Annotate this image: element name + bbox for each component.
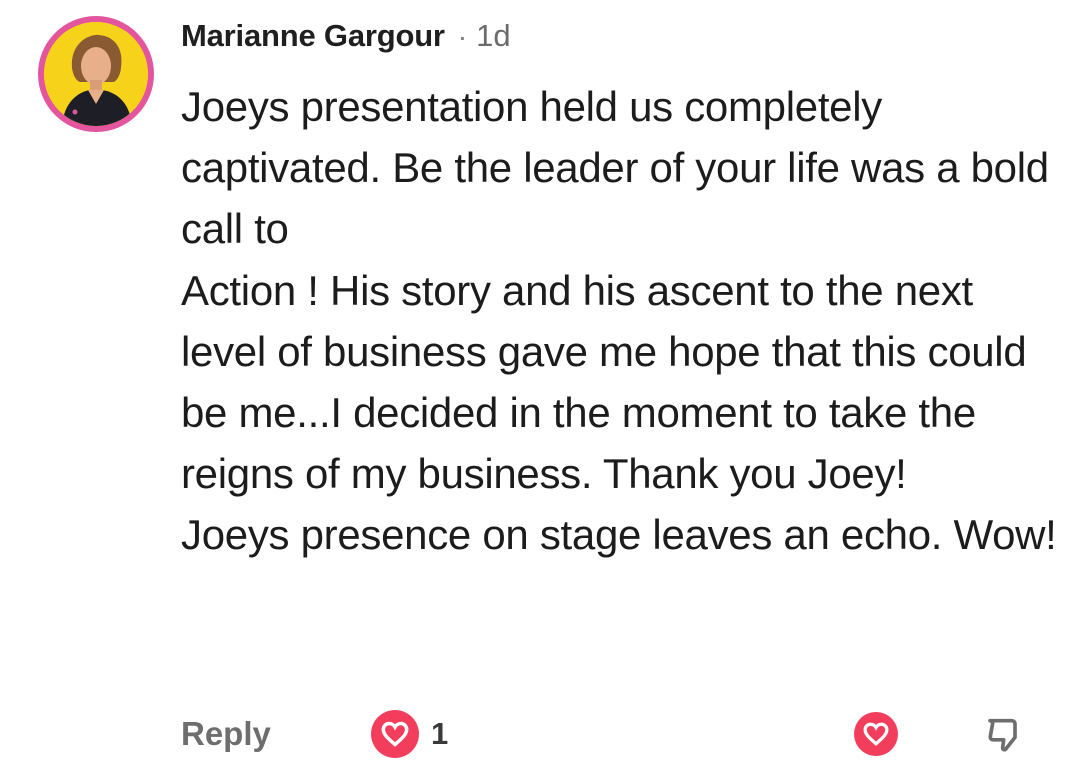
comment: Marianne Gargour · 1d Joeys presentation… <box>181 14 1061 566</box>
thumbs-down-icon[interactable] <box>981 710 1029 758</box>
heart-icon <box>371 710 419 758</box>
comment-actions: Reply 1 <box>181 706 1041 762</box>
author-name[interactable]: Marianne Gargour <box>181 14 445 58</box>
comment-paragraph: Joeys presentation held us completely ca… <box>181 83 1049 253</box>
avatar[interactable] <box>38 16 154 132</box>
comment-body: Joeys presentation held us completely ca… <box>181 76 1061 566</box>
comment-paragraph: Action ! His story and his ascent to the… <box>181 266 1027 498</box>
reply-button[interactable]: Reply <box>181 712 271 756</box>
comment-meta: Marianne Gargour · 1d <box>181 14 1061 58</box>
heart-icon[interactable] <box>854 712 898 756</box>
comment-paragraph: Joeys presence on stage leaves an echo. … <box>181 511 1057 559</box>
separator-dot: · <box>457 21 468 52</box>
reaction-count: 1 <box>431 716 449 751</box>
avatar-photo <box>44 22 148 126</box>
reaction-summary[interactable]: 1 <box>371 710 448 758</box>
timestamp[interactable]: 1d <box>476 14 510 58</box>
